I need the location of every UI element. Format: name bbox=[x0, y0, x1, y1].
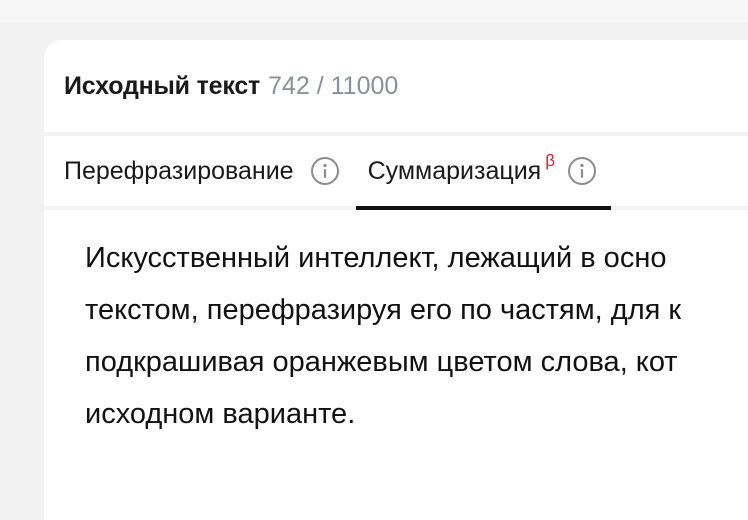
tab-summarization-label: Суммаризация bbox=[367, 156, 542, 185]
beta-badge: β bbox=[545, 151, 555, 170]
text-line: текстом, перефразируя его по частям, для… bbox=[85, 294, 682, 326]
panel-header: Исходный текст 742 / 11000 bbox=[44, 40, 748, 136]
text-line: исходном варианте. bbox=[85, 398, 356, 430]
source-text-area[interactable]: Искусственный интеллект, лежащий в осно … bbox=[44, 210, 748, 440]
top-bar bbox=[0, 0, 748, 22]
mode-tabs: Перефразирование Суммаризация β bbox=[44, 136, 748, 210]
info-icon[interactable] bbox=[310, 156, 340, 186]
text-line: подкрашивая оранжевым цветом слова, кот bbox=[85, 346, 678, 378]
source-text-panel: Исходный текст 742 / 11000 Перефразирова… bbox=[44, 40, 748, 520]
panel-title: Исходный текст bbox=[64, 71, 261, 100]
tab-paraphrase[interactable]: Перефразирование bbox=[64, 136, 356, 206]
character-counter: 742 / 11000 bbox=[268, 71, 399, 100]
tab-paraphrase-label: Перефразирование bbox=[64, 156, 294, 185]
text-line: Искусственный интеллект, лежащий в осно bbox=[85, 242, 667, 274]
tab-summarization[interactable]: Суммаризация β bbox=[355, 136, 612, 210]
info-icon[interactable] bbox=[567, 156, 597, 186]
